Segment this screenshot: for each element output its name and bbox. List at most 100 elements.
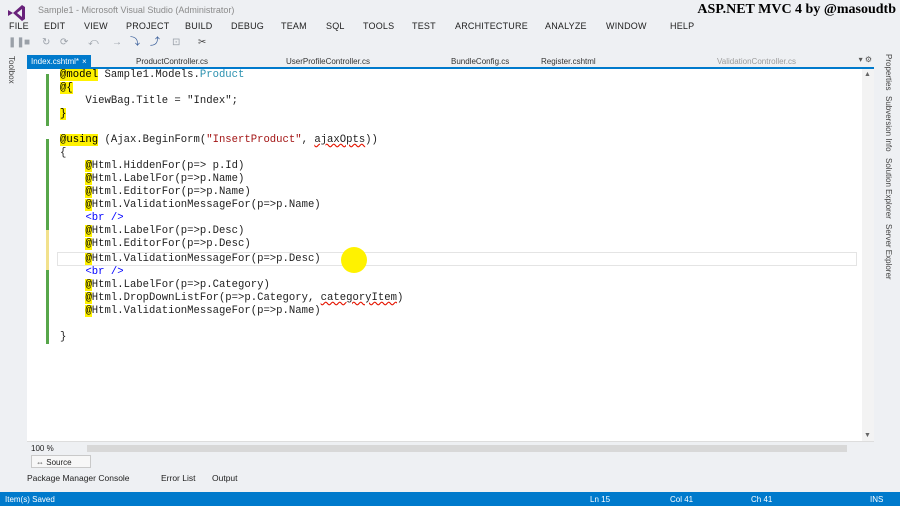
status-message: Item(s) Saved	[5, 495, 55, 504]
code-line-2: @{	[60, 82, 73, 95]
status-column: Col 41	[670, 495, 694, 504]
step-into-icon[interactable]: ⤵	[130, 37, 140, 49]
step-out-icon[interactable]: ⤴	[150, 37, 160, 49]
menu-debug[interactable]: DEBUG	[231, 21, 264, 31]
tab-register-cshtml[interactable]: Register.cshtml	[537, 55, 600, 67]
step-over-icon[interactable]: →	[112, 37, 122, 49]
menu-team[interactable]: TEAM	[281, 21, 307, 31]
status-char: Ch 41	[751, 495, 773, 504]
code-text: Html.EditorFor(p=>p.Name)	[91, 186, 251, 198]
code-line-13: @Html.EditorFor(p=>p.Desc)	[60, 238, 251, 251]
string-literal: "InsertProduct"	[206, 134, 302, 146]
restart-icon[interactable]: ↻	[42, 37, 50, 49]
tab-product-controller[interactable]: ProductController.cs	[132, 55, 212, 67]
toolbar: ❚❚ ■ ↻ ⟳ ⤺ → ⤵ ⤴ ⊡ ✂	[0, 34, 900, 52]
toolbox-tab[interactable]: Toolbox	[7, 56, 16, 84]
source-label: Source	[46, 458, 72, 467]
code-editor[interactable]: @model Sample1.Models.Product @{ ViewBag…	[27, 69, 874, 441]
menu-help[interactable]: HELP	[670, 21, 694, 31]
change-marker-saved	[46, 139, 49, 230]
scroll-up-icon[interactable]: ▲	[864, 71, 871, 78]
stop-icon[interactable]: ■	[24, 37, 30, 49]
zoom-level[interactable]: 100 %	[31, 444, 54, 453]
code-line-7: @Html.HiddenFor(p=> p.Id)	[60, 160, 244, 173]
code-line-1: @model Sample1.Models.Product	[60, 69, 244, 82]
find-icon[interactable]: ✂	[198, 37, 206, 49]
code-line-17: @Html.DropDownListFor(p=>p.Category, cat…	[60, 292, 403, 305]
menu-sql[interactable]: SQL	[326, 21, 345, 31]
code-text: Html.LabelFor(p=>p.Desc)	[91, 225, 245, 237]
tab-label: Index.cshtml*	[31, 57, 80, 66]
solution-explorer-tab[interactable]: Solution Explorer	[884, 158, 893, 219]
html-tag: <br />	[85, 266, 124, 278]
menu-analyze[interactable]: ANALYZE	[545, 21, 587, 31]
code-text: {	[60, 147, 67, 159]
refresh-icon[interactable]: ⟳	[60, 37, 68, 49]
code-text: ViewBag.Title = "Index";	[60, 95, 239, 107]
code-text: Html.ValidationMessageFor(p=>p.Name)	[91, 199, 321, 211]
tab-validation-controller[interactable]: ValidationController.cs	[713, 55, 800, 67]
menu-test[interactable]: TEST	[412, 21, 436, 31]
server-explorer-tab[interactable]: Server Explorer	[884, 224, 893, 280]
code-text: Html.LabelFor(p=>p.Category)	[91, 279, 270, 291]
code-line-10: @Html.ValidationMessageFor(p=>p.Name)	[60, 199, 321, 212]
tab-label: UserProfileController.cs	[286, 57, 371, 66]
hex-display-icon[interactable]: ⊡	[172, 37, 180, 49]
title-bar: Sample1 - Microsoft Visual Studio (Admin…	[0, 0, 900, 21]
tab-label: ProductController.cs	[136, 57, 209, 66]
properties-tab[interactable]: Properties	[884, 54, 893, 90]
type-name: Product	[199, 69, 245, 81]
code-text: Html.LabelFor(p=>p.Name)	[91, 173, 245, 185]
source-view-button[interactable]: ⇔ Source	[31, 455, 91, 468]
status-bar: Item(s) Saved Ln 15 Col 41 Ch 41 INS	[0, 492, 900, 506]
watermark-text: ASP.NET MVC 4 by @masoudtb	[697, 2, 896, 17]
menu-tools[interactable]: TOOLS	[363, 21, 394, 31]
tab-label: BundleConfig.cs	[451, 57, 510, 66]
scroll-down-icon[interactable]: ▼	[864, 432, 871, 439]
menu-architecture[interactable]: ARCHITECTURE	[455, 21, 528, 31]
code-line-12: @Html.LabelFor(p=>p.Desc)	[60, 225, 244, 238]
menu-view[interactable]: VIEW	[84, 21, 108, 31]
code-line-11: <br />	[60, 212, 123, 225]
document-tab-strip: Index.cshtml* × ProductController.cs User…	[27, 55, 874, 69]
error-squiggle-text: ajaxOpts	[314, 134, 366, 146]
tab-overflow-icon[interactable]: ▾ ⚙	[859, 55, 872, 64]
pause-icon[interactable]: ❚❚	[8, 37, 25, 49]
tab-bundle-config[interactable]: BundleConfig.cs	[447, 55, 513, 67]
code-line-18: @Html.ValidationMessageFor(p=>p.Name)	[60, 305, 321, 318]
window-title: Sample1 - Microsoft Visual Studio (Admin…	[38, 5, 235, 15]
razor-keyword: @model	[60, 69, 99, 81]
code-text: }	[60, 331, 67, 343]
source-icon: ⇔	[36, 458, 47, 467]
horizontal-scrollbar[interactable]	[87, 445, 847, 452]
code-line-15: <br />	[60, 266, 124, 279]
tab-label: ValidationController.cs	[717, 57, 797, 66]
tab-user-profile-controller[interactable]: UserProfileController.cs	[282, 55, 374, 67]
menu-window[interactable]: WINDOW	[606, 21, 647, 31]
close-icon[interactable]: ×	[82, 57, 87, 66]
tab-error-list[interactable]: Error List	[161, 473, 195, 483]
code-line-5: @using (Ajax.BeginForm("InsertProduct", …	[60, 134, 378, 147]
change-marker-unsaved	[46, 230, 49, 270]
code-text: Html.HiddenFor(p=> p.Id)	[91, 160, 245, 172]
show-next-statement-icon[interactable]: ⤺	[88, 37, 99, 49]
code-text: ,	[301, 134, 315, 146]
code-line-19: }	[60, 331, 66, 344]
menu-file[interactable]: FILE	[9, 21, 29, 31]
subversion-info-tab[interactable]: Subversion Info	[884, 96, 893, 152]
code-line-3: ViewBag.Title = "Index";	[60, 95, 238, 108]
code-text: Html.DropDownListFor(p=>p.Category,	[91, 292, 321, 304]
menu-edit[interactable]: EDIT	[44, 21, 65, 31]
tab-index-cshtml[interactable]: Index.cshtml* ×	[27, 55, 91, 67]
menu-build[interactable]: BUILD	[185, 21, 213, 31]
menu-project[interactable]: PROJECT	[126, 21, 169, 31]
tab-output[interactable]: Output	[212, 473, 238, 483]
tab-package-manager-console[interactable]: Package Manager Console	[27, 473, 130, 483]
cursor-highlight	[341, 247, 367, 273]
code-line-14: @Html.ValidationMessageFor(p=>p.Desc)	[60, 253, 321, 266]
status-line: Ln 15	[590, 495, 611, 504]
change-marker-saved	[46, 74, 49, 126]
code-text: ))	[365, 134, 378, 146]
vertical-scrollbar[interactable]: ▲ ▼	[862, 69, 874, 441]
code-line-16: @Html.LabelFor(p=>p.Category)	[60, 279, 270, 292]
